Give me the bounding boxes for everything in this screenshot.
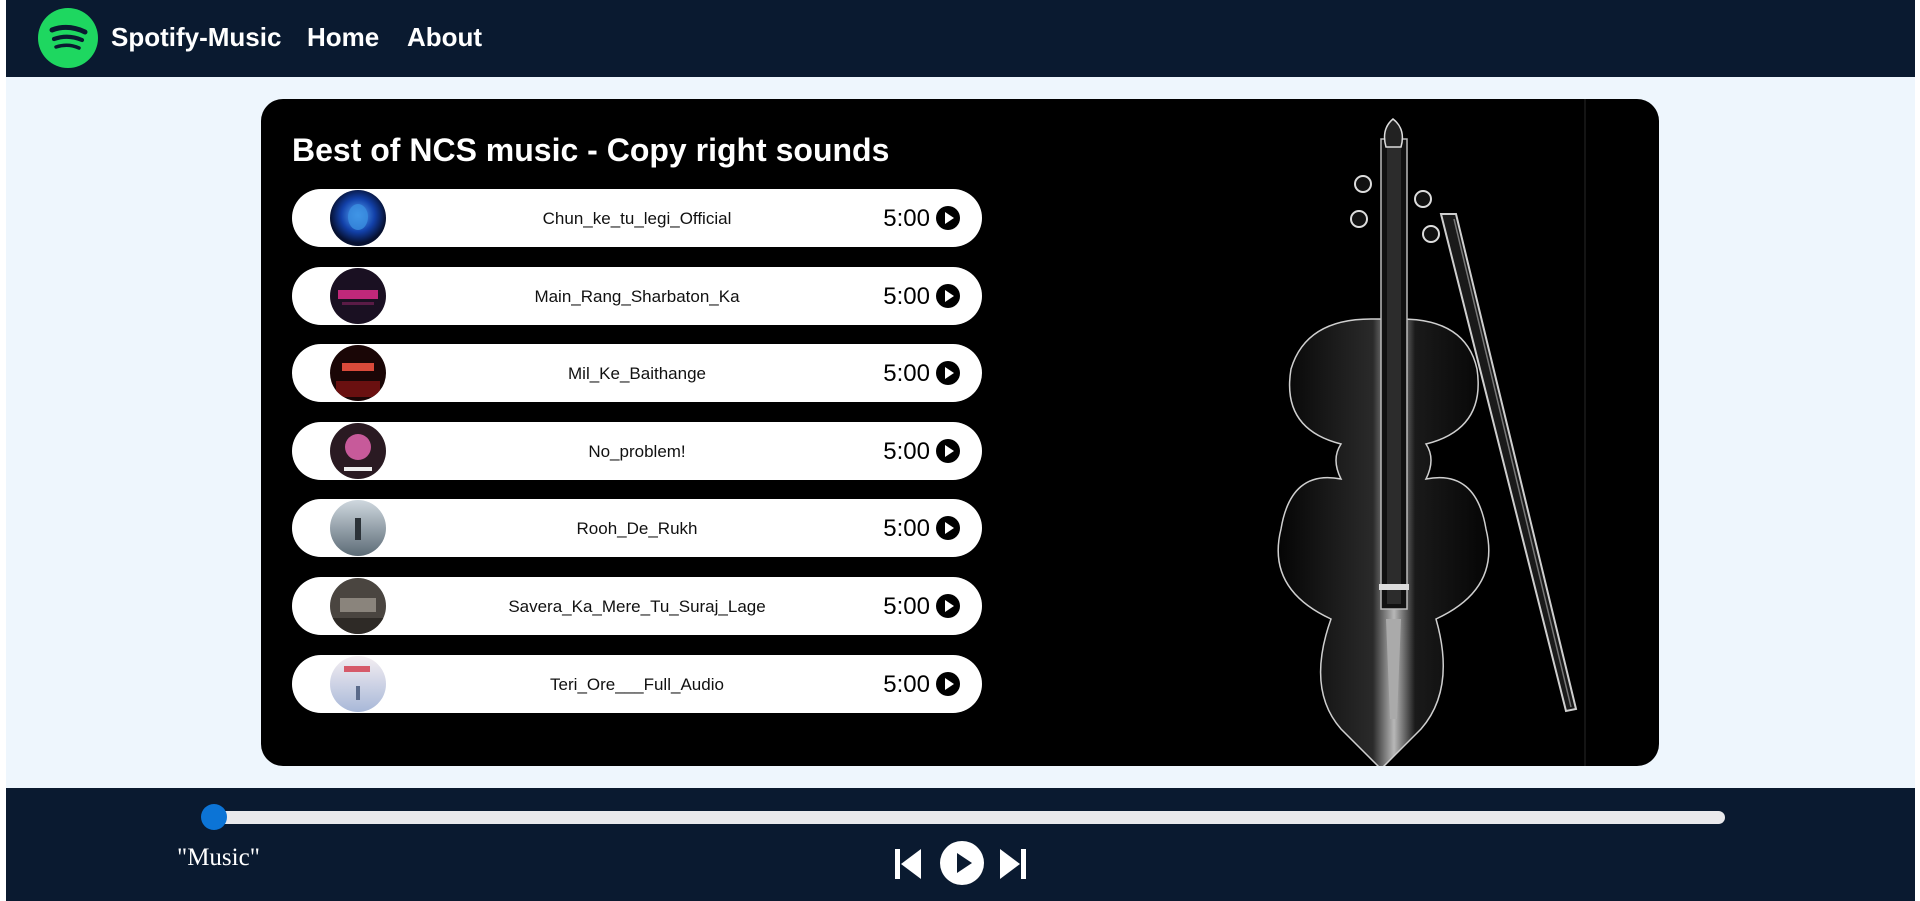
brand-title[interactable]: Spotify-Music [111,22,281,53]
card-divider [1584,99,1586,766]
next-icon[interactable] [998,847,1028,881]
playlist-card: Best of NCS music - Copy right sounds Ch… [261,99,1659,766]
navbar: Spotify-Music Home About [6,0,1915,77]
now-playing-title: "Music" [177,844,260,871]
song-item[interactable]: Chun_ke_tu_legi_Official 5:00 [292,189,982,247]
song-duration: 5:00 [883,592,930,620]
song-duration: 5:00 [883,670,930,698]
song-duration: 5:00 [883,205,930,232]
song-cover-image [330,422,386,479]
song-cover-image [330,577,386,634]
play-circle-icon[interactable] [936,438,960,463]
song-cover-image [330,190,386,246]
song-item[interactable]: Teri_Ore___Full_Audio 5:00 [292,654,982,713]
song-duration: 5:00 [883,437,930,465]
play-circle-icon[interactable] [936,206,960,230]
play-circle-icon[interactable] [936,516,960,541]
nav-home-link[interactable]: Home [307,22,379,53]
song-list: Chun_ke_tu_legi_Official 5:00 Main_Rang_… [292,189,982,732]
song-item[interactable]: Rooh_De_Rukh 5:00 [292,499,982,558]
song-item[interactable]: Mil_Ke_Baithange 5:00 [292,344,982,403]
spotify-logo-icon[interactable] [38,8,98,68]
page: Spotify-Music Home About Best of NCS mus… [6,0,1915,901]
song-name: Chun_ke_tu_legi_Official [542,209,732,228]
song-name: No_problem! [588,441,686,461]
song-duration: 5:00 [883,360,930,388]
play-circle-icon[interactable] [936,361,960,386]
play-circle-icon[interactable] [936,671,960,696]
song-name: Mil_Ke_Baithange [568,364,706,384]
playlist-title: Best of NCS music - Copy right sounds [292,132,890,168]
play-icon[interactable] [939,840,985,886]
previous-icon[interactable] [893,847,923,881]
song-name: Rooh_De_Rukh [576,519,698,539]
play-circle-icon[interactable] [936,283,960,308]
song-duration: 5:00 [883,515,930,543]
play-circle-icon[interactable] [936,593,960,618]
song-name: Teri_Ore___Full_Audio [550,674,724,694]
song-duration: 5:00 [883,282,930,310]
song-cover-image [330,500,386,557]
progress-bar[interactable] [205,811,1725,824]
song-item[interactable]: Main_Rang_Sharbaton_Ka 5:00 [292,266,982,325]
song-item[interactable]: Savera_Ka_Mere_Tu_Suraj_Lage 5:00 [292,576,982,635]
progress-thumb[interactable] [201,804,227,830]
violin-background-image [1277,118,1578,766]
song-name: Savera_Ka_Mere_Tu_Suraj_Lage [508,596,766,616]
song-cover-image [330,345,386,402]
song-item[interactable]: No_problem! 5:00 [292,421,982,480]
song-cover-image [330,655,386,712]
song-name: Main_Rang_Sharbaton_Ka [534,286,740,306]
player-bar: "Music" [6,788,1915,901]
nav-about-link[interactable]: About [407,22,482,53]
song-cover-image [330,267,386,324]
